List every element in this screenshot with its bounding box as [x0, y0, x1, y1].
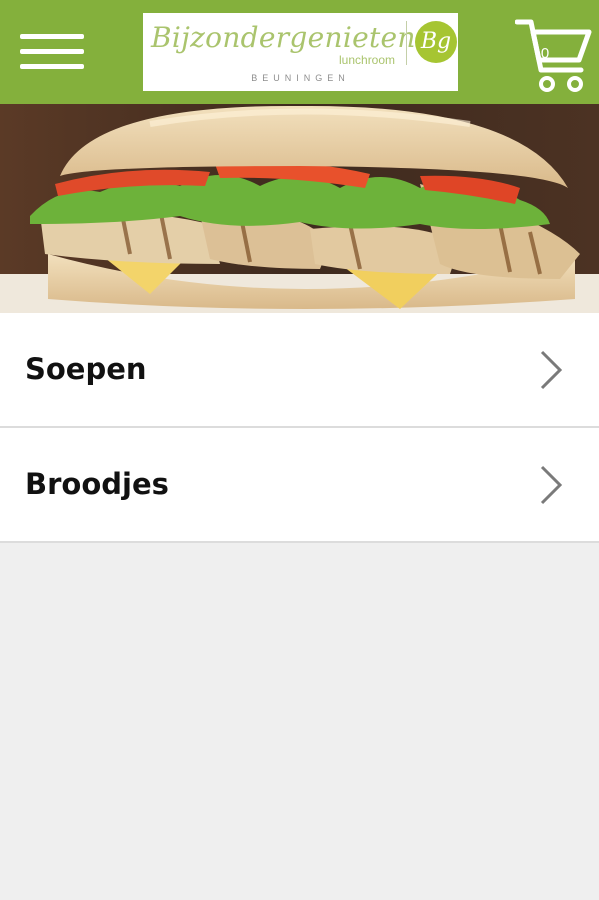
category-list: Soepen Broodjes — [0, 313, 599, 543]
logo[interactable]: Bijzondergenieten lunchroom Bg BEUNINGEN — [143, 13, 458, 91]
logo-monogram: Bg — [415, 21, 457, 63]
hero-image — [0, 104, 599, 313]
logo-brand-text: Bijzondergenieten — [151, 21, 416, 54]
top-bar: Bijzondergenieten lunchroom Bg BEUNINGEN… — [0, 0, 599, 104]
category-item-broodjes[interactable]: Broodjes — [0, 428, 599, 543]
cart-count-badge: 0 — [540, 45, 550, 62]
chevron-right-icon — [540, 465, 563, 505]
category-item-soepen[interactable]: Soepen — [0, 313, 599, 428]
category-label: Soepen — [25, 352, 147, 386]
cart-button[interactable]: 0 — [514, 14, 593, 94]
chevron-right-icon — [540, 350, 563, 390]
sandwich-photo — [0, 104, 599, 313]
menu-button[interactable] — [20, 34, 84, 70]
category-label: Broodjes — [25, 467, 169, 501]
app-screen: Bijzondergenieten lunchroom Bg BEUNINGEN… — [0, 0, 599, 900]
logo-city-text: BEUNINGEN — [251, 73, 350, 83]
logo-sub-text: lunchroom — [339, 53, 396, 67]
logo-divider — [406, 21, 407, 65]
